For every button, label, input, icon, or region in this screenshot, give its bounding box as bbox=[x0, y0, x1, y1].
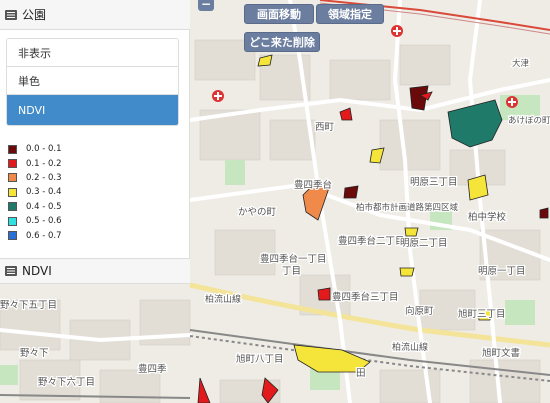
option-hide[interactable]: 非表示 bbox=[7, 39, 178, 67]
legend-label: 0.0 - 0.1 bbox=[26, 144, 62, 155]
legend-swatch bbox=[8, 202, 17, 212]
road-label: 柏流山線 bbox=[392, 341, 428, 353]
place-label: 豊四季台三丁目 bbox=[332, 291, 399, 303]
option-single-color[interactable]: 単色 bbox=[7, 67, 178, 95]
legend-swatch bbox=[8, 187, 17, 197]
legend-label: 0.3 - 0.4 bbox=[26, 187, 62, 198]
screen-move-button[interactable]: 画面移動 bbox=[244, 4, 314, 24]
legend-swatch bbox=[8, 144, 17, 154]
legend-swatch bbox=[8, 173, 17, 183]
place-label: 田 bbox=[356, 368, 366, 379]
place-label: 西町 bbox=[315, 122, 335, 133]
collapse-panel-button[interactable]: − bbox=[198, 0, 214, 11]
panel-header[interactable]: 公園 bbox=[0, 0, 190, 30]
hospital-icon bbox=[212, 90, 224, 102]
legend-item: 0.5 - 0.6 bbox=[8, 214, 62, 228]
legend-item: 0.2 - 0.3 bbox=[8, 171, 62, 185]
hospital-icon bbox=[391, 25, 403, 37]
legend-item: 0.6 - 0.7 bbox=[8, 228, 62, 242]
legend-swatch bbox=[8, 216, 17, 226]
place-label: 豊四季台一丁目 bbox=[260, 253, 327, 265]
layer-panel: 公園 非表示 単色 NDVI 0.0 - 0.1 0.1 - 0.2 0.2 -… bbox=[0, 0, 190, 403]
place-label: 向原町 bbox=[405, 305, 434, 317]
legend-swatch bbox=[8, 231, 17, 241]
place-label: 明原二丁目 bbox=[400, 238, 448, 249]
list-icon bbox=[5, 9, 17, 20]
ndvi-layer-title: NDVI bbox=[22, 264, 52, 278]
area-select-button[interactable]: 領域指定 bbox=[316, 4, 384, 24]
legend-label: 0.2 - 0.3 bbox=[26, 172, 62, 183]
delete-location-button[interactable]: どこ来た削除 bbox=[244, 32, 320, 52]
list-icon bbox=[5, 266, 17, 276]
hospital-icon bbox=[506, 96, 518, 108]
place-label: あけぼの町 bbox=[508, 116, 550, 126]
place-label: 柏中学校 bbox=[468, 211, 507, 223]
road-label: 柏流山線 bbox=[205, 293, 241, 305]
legend-label: 0.5 - 0.6 bbox=[26, 216, 62, 227]
place-label: 豊四季台二丁目 bbox=[338, 235, 405, 247]
place-label: 明原一丁目 bbox=[478, 266, 526, 277]
legend-swatch bbox=[8, 159, 17, 169]
legend-label: 0.4 - 0.5 bbox=[26, 201, 62, 212]
place-label: かやの町 bbox=[238, 207, 277, 218]
place-label: 丁目 bbox=[282, 266, 301, 277]
legend-item: 0.0 - 0.1 bbox=[8, 142, 62, 156]
place-label: 明原三丁目 bbox=[410, 177, 458, 188]
legend-item: 0.3 - 0.4 bbox=[8, 185, 62, 199]
place-label: 旭町三丁目 bbox=[458, 308, 506, 320]
panel-title: 公園 bbox=[22, 8, 47, 22]
panel-body: 非表示 単色 NDVI 0.0 - 0.1 0.1 - 0.2 0.2 - 0.… bbox=[0, 30, 190, 258]
legend-label: 0.1 - 0.2 bbox=[26, 158, 62, 169]
place-label: 旭町八丁目 bbox=[236, 353, 284, 365]
legend-label: 0.6 - 0.7 bbox=[26, 230, 62, 241]
place-label: 旭町文書 bbox=[482, 347, 520, 359]
place-label: 豊四季台 bbox=[294, 179, 332, 191]
legend-item: 0.1 - 0.2 bbox=[8, 156, 62, 170]
ndvi-layer-header[interactable]: NDVI bbox=[0, 258, 190, 284]
legend-item: 0.4 - 0.5 bbox=[8, 200, 62, 214]
ndvi-legend: 0.0 - 0.1 0.1 - 0.2 0.2 - 0.3 0.3 - 0.4 … bbox=[8, 142, 62, 243]
place-label: 大津 bbox=[512, 58, 530, 69]
display-option-group: 非表示 単色 NDVI bbox=[6, 38, 179, 126]
option-ndvi[interactable]: NDVI bbox=[7, 95, 178, 125]
place-label: 柏市都市計画道路第四区域 bbox=[356, 202, 459, 213]
